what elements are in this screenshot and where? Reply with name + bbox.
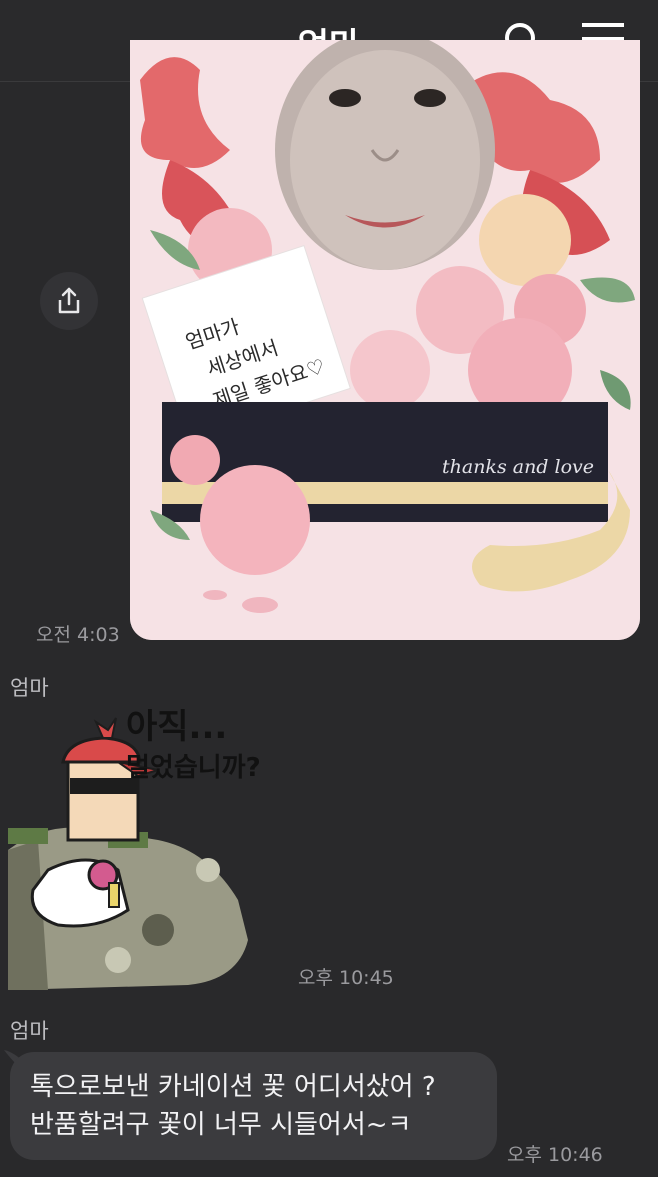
message-time: 오후 10:45 xyxy=(298,967,394,989)
share-icon xyxy=(58,287,80,314)
ribbon-text: thanks and love xyxy=(442,456,594,478)
message-text-line-2: 반품할려구 꽃이 너무 시들어서~ㅋ xyxy=(30,1110,412,1140)
message-text-line-1: 톡으로보낸 카네이션 꽃 어디서샀어 ? xyxy=(30,1072,436,1102)
sender-name: 엄마 xyxy=(10,1019,49,1043)
message-bubble[interactable]: 톡으로보낸 카네이션 꽃 어디서샀어 ? 반품할려구 꽃이 너무 시들어서~ㅋ xyxy=(10,1052,497,1160)
message-time: 오전 4:03 xyxy=(36,624,120,646)
sticker-message[interactable]: 아직... 멀었습니까? xyxy=(8,700,293,990)
sender-name: 엄마 xyxy=(10,676,49,700)
sticker-text-line-1: 아직... xyxy=(126,707,227,747)
image-message[interactable]: 엄마가 세상에서 제일 좋아요♡ thanks and love xyxy=(130,40,640,640)
share-button[interactable] xyxy=(40,272,98,330)
message-time: 오후 10:46 xyxy=(507,1144,603,1166)
sticker-text-line-2: 멀었습니까? xyxy=(126,753,261,783)
